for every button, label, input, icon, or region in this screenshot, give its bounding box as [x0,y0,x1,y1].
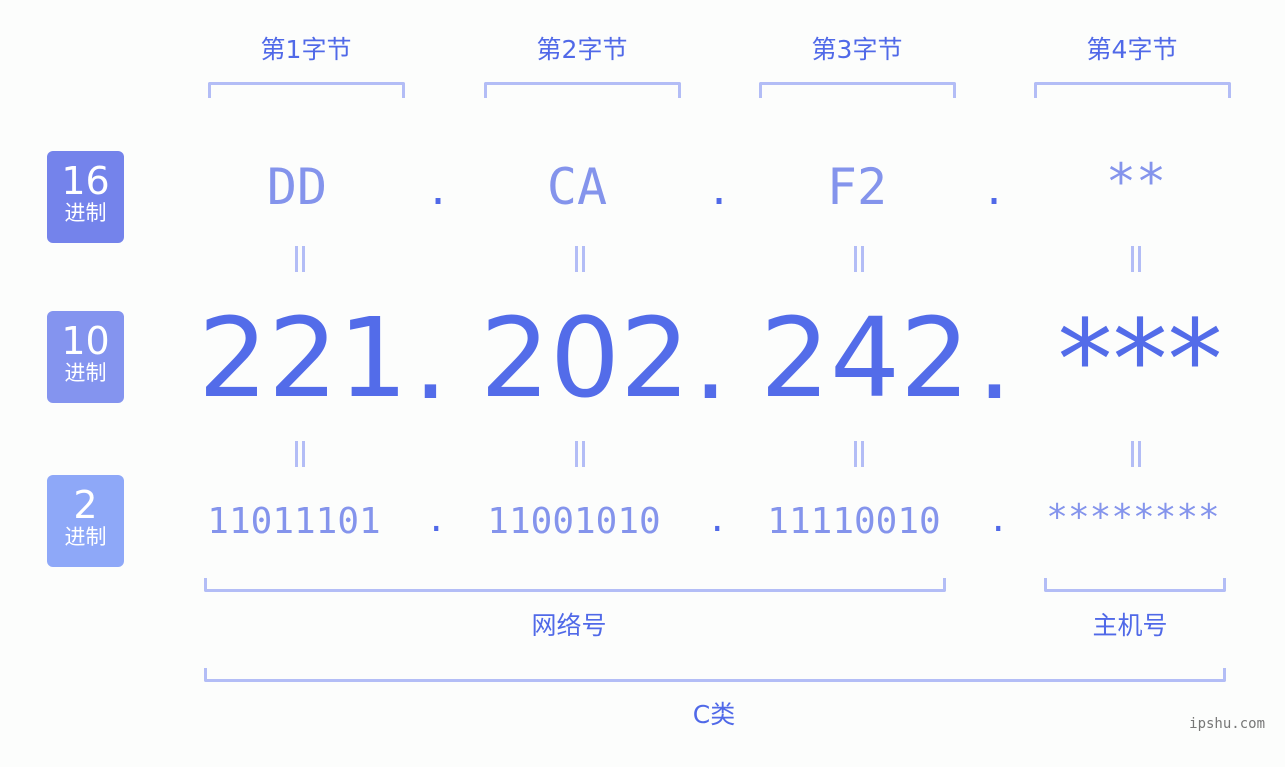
hex-separator-1: . [426,168,451,214]
dec-byte-3: 242 [760,294,970,422]
dec-byte-1: 221 [198,294,408,422]
hex-byte-3: F2 [826,158,888,216]
hex-byte-1: DD [266,158,328,216]
dec-byte-4: *** [1057,296,1223,424]
bin-badge: 2 进制 [47,475,124,567]
byte-4-header: 第4字节 [1086,35,1178,64]
equals-sign [1116,441,1156,473]
bin-badge-number: 2 [73,483,98,527]
byte-2-bracket [484,82,681,98]
bin-byte-3: 11110010 [767,501,941,542]
bin-badge-label: 进制 [64,525,107,549]
byte-3-header: 第3字节 [811,35,903,64]
bin-separator-1: . [426,500,447,540]
byte-3-bracket [759,82,956,98]
hex-separator-2: . [707,168,732,214]
class-label: C类 [692,700,736,729]
hex-byte-4: ** [1105,153,1167,211]
byte-1-bracket [208,82,405,98]
hex-badge: 16 进制 [47,151,124,243]
equals-sign [839,441,879,473]
network-bracket [204,578,946,592]
hex-separator-3: . [982,168,1007,214]
host-label: 主机号 [1092,611,1168,640]
equals-sign [560,441,600,473]
dec-badge-number: 10 [61,319,110,363]
byte-1-header: 第1字节 [260,35,352,64]
network-label: 网络号 [531,611,607,640]
host-bracket [1044,578,1226,592]
bin-separator-3: . [988,500,1009,540]
hex-byte-2: CA [546,158,608,216]
dec-separator-2: . [693,296,728,424]
dec-badge-label: 进制 [64,361,107,385]
watermark: ipshu.com [1189,716,1265,732]
bin-byte-4: ******** [1046,497,1220,538]
dec-separator-3: . [977,296,1012,424]
dec-byte-2: 202 [480,294,690,422]
equals-sign [560,246,600,278]
bin-byte-2: 11001010 [487,501,661,542]
dec-badge: 10 进制 [47,311,124,403]
bin-byte-1: 11011101 [207,501,381,542]
class-bracket [204,668,1226,682]
hex-badge-number: 16 [61,159,110,203]
bin-separator-2: . [707,500,728,540]
byte-2-header: 第2字节 [536,35,628,64]
equals-sign [280,441,320,473]
equals-sign [839,246,879,278]
equals-sign [1116,246,1156,278]
hex-badge-label: 进制 [64,201,107,225]
byte-4-bracket [1034,82,1231,98]
dec-separator-1: . [413,296,448,424]
equals-sign [280,246,320,278]
